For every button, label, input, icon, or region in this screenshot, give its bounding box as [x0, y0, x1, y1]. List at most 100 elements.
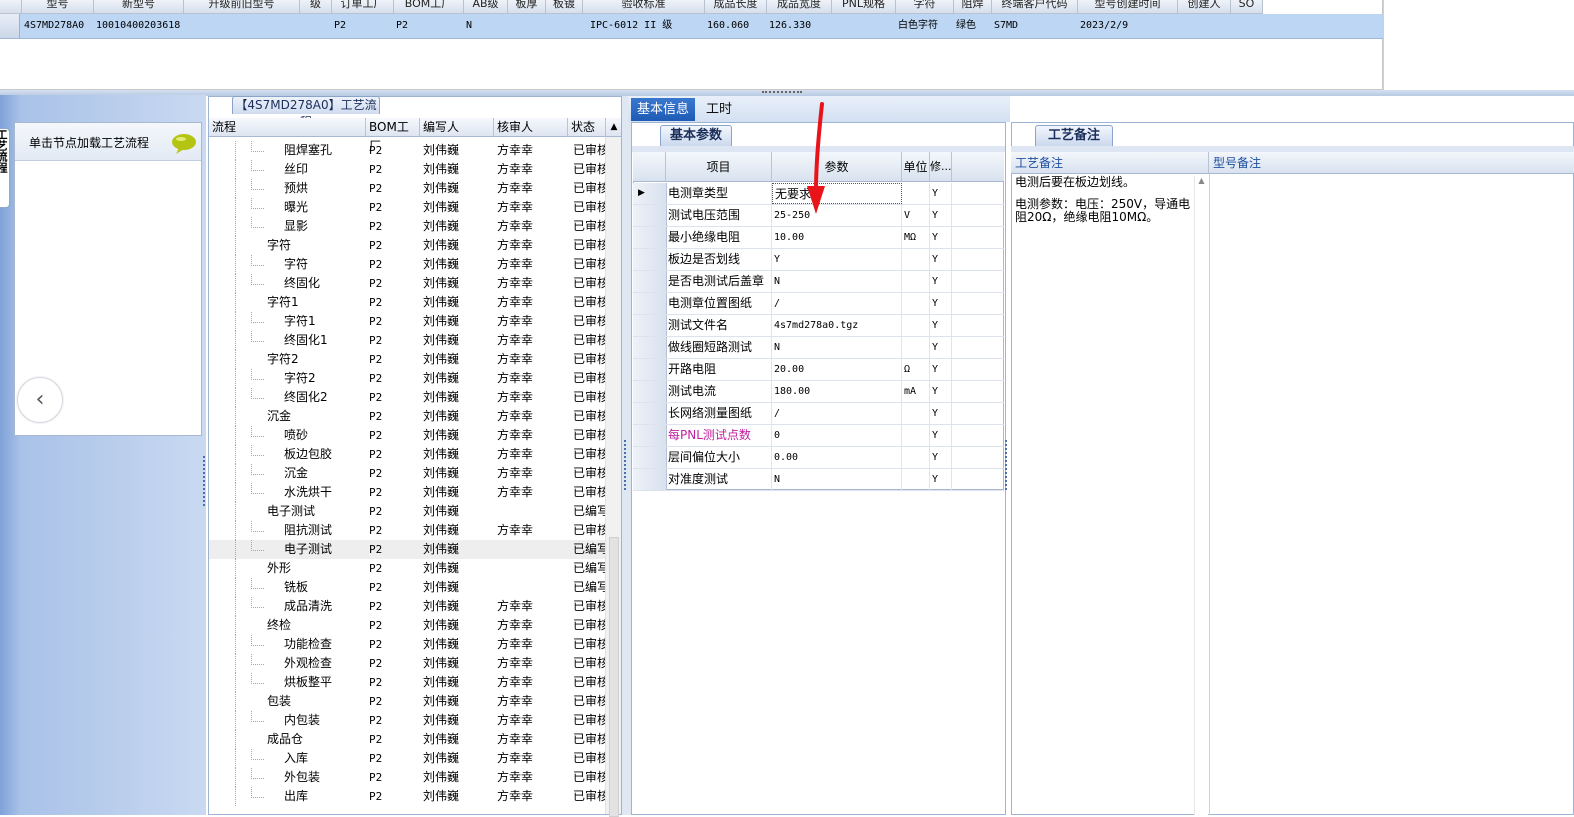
param-unit[interactable]: [902, 271, 930, 292]
scroll-up-icon[interactable]: ▲: [1195, 176, 1208, 185]
order-grid-cell[interactable]: [1180, 14, 1231, 38]
row-selector[interactable]: [633, 271, 667, 292]
order-grid-cell[interactable]: [1233, 14, 1263, 38]
order-grid-col-3[interactable]: 级: [300, 0, 332, 14]
tree-folder-row[interactable]: −字符P2刘伟巍方幸幸已审核: [209, 236, 607, 255]
order-grid-cell[interactable]: 绿色: [956, 14, 992, 38]
order-grid-col-9[interactable]: 验收标准: [583, 0, 705, 14]
param-unit[interactable]: [902, 315, 930, 336]
node-panel-header[interactable]: 单击节点加载工艺流程: [15, 123, 201, 161]
mid-splitter-grip[interactable]: [624, 440, 628, 490]
tree-step-row[interactable]: 成品清洗 P2 刘伟巍 方幸幸 已审核: [209, 597, 607, 616]
order-grid-col-17[interactable]: 创建人: [1178, 0, 1231, 14]
order-grid-col-6[interactable]: AB级: [464, 0, 508, 14]
tree-folder-row[interactable]: −成品仓P2刘伟巍方幸幸已审核: [209, 730, 607, 749]
tree-step-row[interactable]: 喷砂 P2 刘伟巍 方幸幸 已审核: [209, 426, 607, 445]
param-modify[interactable]: Y: [930, 249, 952, 270]
row-selector[interactable]: [633, 249, 667, 270]
row-selector[interactable]: ▶: [633, 183, 667, 204]
tree-folder-row[interactable]: −字符1P2刘伟巍方幸幸已审核: [209, 293, 607, 312]
param-row[interactable]: 每PNL测试点数 0 Y: [633, 425, 1004, 447]
tree-folder-row[interactable]: −终检P2刘伟巍方幸幸已审核: [209, 616, 607, 635]
order-grid-cell[interactable]: P2: [396, 14, 464, 38]
tree-scroll-thumb[interactable]: [609, 537, 619, 817]
note-scrollbar[interactable]: ▲: [1194, 176, 1208, 815]
col-item[interactable]: 项目: [666, 152, 772, 182]
process-note-text[interactable]: 电测后要在板边划线。 电测参数：电压：250V，导通电 阻20Ω，绝缘电阻10M…: [1015, 176, 1191, 256]
order-grid-col-12[interactable]: PNL规格: [832, 0, 896, 14]
param-value[interactable]: N: [772, 271, 902, 292]
tree-step-row[interactable]: 外包装 P2 刘伟巍 方幸幸 已审核: [209, 768, 607, 787]
row-selector[interactable]: [633, 293, 667, 314]
param-row[interactable]: 长网络测量图纸 / Y: [633, 403, 1004, 425]
row-selector[interactable]: [633, 337, 667, 358]
col-process[interactable]: 流程: [209, 118, 366, 137]
order-grid-cell[interactable]: P2: [334, 14, 394, 38]
param-row[interactable]: 是否电测试后盖章 N Y: [633, 271, 1004, 293]
vertical-tab-process[interactable]: 工艺流程: [0, 128, 10, 208]
tree-step-row[interactable]: 入库 P2 刘伟巍 方幸幸 已审核: [209, 749, 607, 768]
order-grid-cell[interactable]: 2023/2/9: [1080, 14, 1178, 38]
splitter-grip[interactable]: [762, 91, 802, 95]
col-bom-factory[interactable]: BOM工厂: [366, 118, 420, 153]
tab-process-notes[interactable]: 工艺备注: [1035, 125, 1113, 146]
tree-folder-row[interactable]: −外形P2刘伟巍已编写: [209, 559, 607, 578]
param-modify[interactable]: Y: [930, 183, 952, 204]
tree-step-row[interactable]: 烘板整平 P2 刘伟巍 方幸幸 已审核: [209, 673, 607, 692]
scroll-up-icon[interactable]: ▲: [607, 118, 621, 137]
tree-folder-row[interactable]: −电子测试P2刘伟巍已编写: [209, 502, 607, 521]
param-unit[interactable]: [902, 183, 930, 204]
order-grid-col-18[interactable]: SO: [1231, 0, 1263, 14]
param-modify[interactable]: Y: [930, 337, 952, 358]
order-grid-col-4[interactable]: 订单工厂: [332, 0, 394, 14]
tree-step-row[interactable]: 功能检查 P2 刘伟巍 方幸幸 已审核: [209, 635, 607, 654]
tree-step-row[interactable]: 水洗烘干 P2 刘伟巍 方幸幸 已审核: [209, 483, 607, 502]
order-grid-col-16[interactable]: 型号创建时间: [1078, 0, 1178, 14]
param-unit[interactable]: Ω: [902, 359, 930, 380]
param-value[interactable]: 无要求: [772, 183, 902, 204]
row-selector[interactable]: [633, 359, 667, 380]
tree-step-row[interactable]: 内包装 P2 刘伟巍 方幸幸 已审核: [209, 711, 607, 730]
order-grid-col-2[interactable]: 升级前旧型号: [184, 0, 300, 14]
param-modify[interactable]: Y: [930, 469, 952, 490]
param-unit[interactable]: [902, 249, 930, 270]
param-value[interactable]: 4s7md278a0.tgz: [772, 315, 902, 336]
col-process-note[interactable]: 工艺备注: [1011, 152, 1209, 174]
order-grid-cell[interactable]: [510, 14, 546, 38]
param-row[interactable]: 电测章位置图纸 / Y: [633, 293, 1004, 315]
subtab-basic-params[interactable]: 基本参数: [660, 125, 732, 146]
col-model-note[interactable]: 型号备注: [1209, 152, 1574, 174]
order-grid-col-14[interactable]: 阻焊: [954, 0, 992, 14]
row-selector[interactable]: [633, 469, 667, 490]
param-value[interactable]: N: [772, 469, 902, 490]
order-grid-cell[interactable]: [834, 14, 896, 38]
tree-step-row[interactable]: 曝光 P2 刘伟巍 方幸幸 已审核: [209, 198, 607, 217]
tab-work-hours[interactable]: 工时: [699, 98, 739, 121]
col-param[interactable]: 参数: [772, 152, 902, 182]
col-modify[interactable]: 修...: [930, 152, 952, 182]
order-grid-cell[interactable]: [548, 14, 583, 38]
param-value[interactable]: /: [772, 403, 902, 424]
param-value[interactable]: 20.00: [772, 359, 902, 380]
param-row[interactable]: 最小绝缘电阻 10.00 MΩ Y: [633, 227, 1004, 249]
param-unit[interactable]: mA: [902, 381, 930, 402]
order-grid-cell[interactable]: N: [466, 14, 508, 38]
param-value[interactable]: 10.00: [772, 227, 902, 248]
row-selector[interactable]: [633, 403, 667, 424]
tree-step-row[interactable]: 电子测试 P2 刘伟巍 已编写: [209, 540, 607, 559]
order-grid-cell[interactable]: 126.330: [769, 14, 832, 38]
param-value[interactable]: 25-250: [772, 205, 902, 226]
param-unit[interactable]: [902, 293, 930, 314]
tree-folder-row[interactable]: −沉金P2刘伟巍方幸幸已审核: [209, 407, 607, 426]
row-selector[interactable]: [633, 425, 667, 446]
right-splitter-grip[interactable]: [1005, 440, 1009, 490]
order-grid-col-7[interactable]: 板厚: [508, 0, 546, 14]
tab-basic-info[interactable]: 基本信息: [631, 98, 695, 121]
param-unit[interactable]: [902, 337, 930, 358]
tree-step-row[interactable]: 沉金 P2 刘伟巍 方幸幸 已审核: [209, 464, 607, 483]
tree-step-row[interactable]: 终固化 P2 刘伟巍 方幸幸 已审核: [209, 274, 607, 293]
col-writer[interactable]: 编写人: [420, 118, 494, 137]
left-splitter-grip[interactable]: [203, 456, 207, 506]
param-row[interactable]: 测试电流 180.00 mA Y: [633, 381, 1004, 403]
param-row[interactable]: 层间偏位大小 0.00 Y: [633, 447, 1004, 469]
